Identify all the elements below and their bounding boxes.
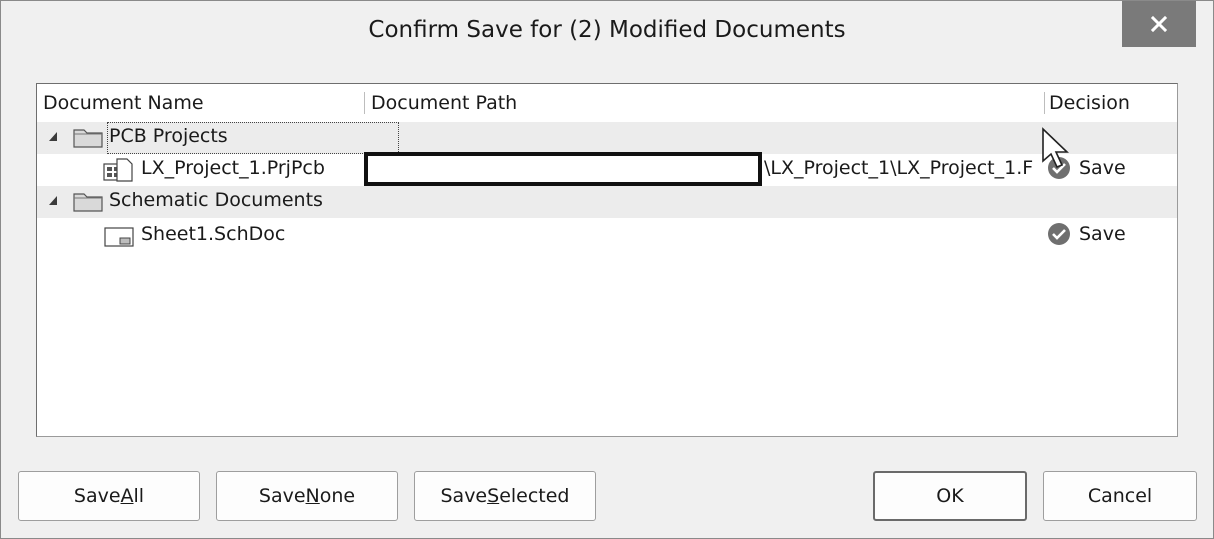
- save-selected-label-rest: elected: [499, 485, 570, 507]
- mnemonic-letter: N: [305, 485, 320, 507]
- redacted-path-box: [364, 152, 762, 186]
- pcb-project-icon: [103, 158, 133, 182]
- column-header-document-name[interactable]: Document Name: [43, 92, 204, 114]
- save-selected-button[interactable]: Save Selected: [414, 471, 596, 521]
- confirm-save-dialog: Confirm Save for (2) Modified Documents …: [0, 0, 1214, 539]
- save-all-label-rest: ll: [133, 485, 145, 507]
- save-none-button[interactable]: Save None: [216, 471, 398, 521]
- tree-group-pcb-projects[interactable]: PCB Projects: [37, 122, 1177, 154]
- mnemonic-letter: S: [487, 485, 500, 507]
- folder-icon: [73, 129, 103, 148]
- column-header-document-path[interactable]: Document Path: [371, 92, 517, 114]
- check-circle-icon: [1048, 223, 1070, 245]
- close-icon: [1150, 15, 1168, 33]
- schematic-doc-icon: [104, 227, 134, 247]
- ok-button[interactable]: OK: [873, 471, 1027, 521]
- cancel-button[interactable]: Cancel: [1043, 471, 1197, 521]
- save-all-label: Save: [73, 485, 121, 507]
- mouse-cursor-icon: [1042, 127, 1069, 169]
- tree-item-schematic-file[interactable]: Sheet1.SchDoc Save: [37, 220, 1177, 252]
- decision-label: Save: [1079, 157, 1126, 179]
- column-separator[interactable]: [364, 92, 365, 114]
- document-name: Sheet1.SchDoc: [141, 223, 286, 245]
- mnemonic-letter: A: [120, 485, 134, 507]
- group-label: PCB Projects: [109, 125, 228, 147]
- tree-group-schematic-documents[interactable]: Schematic Documents: [37, 186, 1177, 218]
- column-header-decision[interactable]: Decision: [1049, 92, 1130, 114]
- title-bar: Confirm Save for (2) Modified Documents: [1, 1, 1213, 63]
- save-selected-label: Save: [440, 485, 488, 507]
- expand-arrow-icon[interactable]: [49, 132, 57, 141]
- save-none-label: Save: [258, 485, 306, 507]
- close-button[interactable]: [1122, 1, 1196, 47]
- documents-tree[interactable]: Document Name Document Path Decision PCB…: [36, 83, 1178, 437]
- save-none-label-rest: one: [319, 485, 356, 507]
- decision-cell[interactable]: Save: [1047, 222, 1126, 246]
- column-separator[interactable]: [1044, 92, 1045, 114]
- save-all-button[interactable]: Save All: [18, 471, 200, 521]
- document-name: LX_Project_1.PrjPcb: [141, 157, 325, 179]
- folder-icon: [73, 193, 103, 212]
- tree-header: Document Name Document Path Decision: [37, 84, 1177, 123]
- document-path: \LX_Project_1\LX_Project_1.F: [764, 157, 1034, 179]
- expand-arrow-icon[interactable]: [49, 196, 57, 205]
- decision-label: Save: [1079, 223, 1126, 245]
- group-label: Schematic Documents: [109, 189, 323, 211]
- dialog-title: Confirm Save for (2) Modified Documents: [368, 17, 846, 43]
